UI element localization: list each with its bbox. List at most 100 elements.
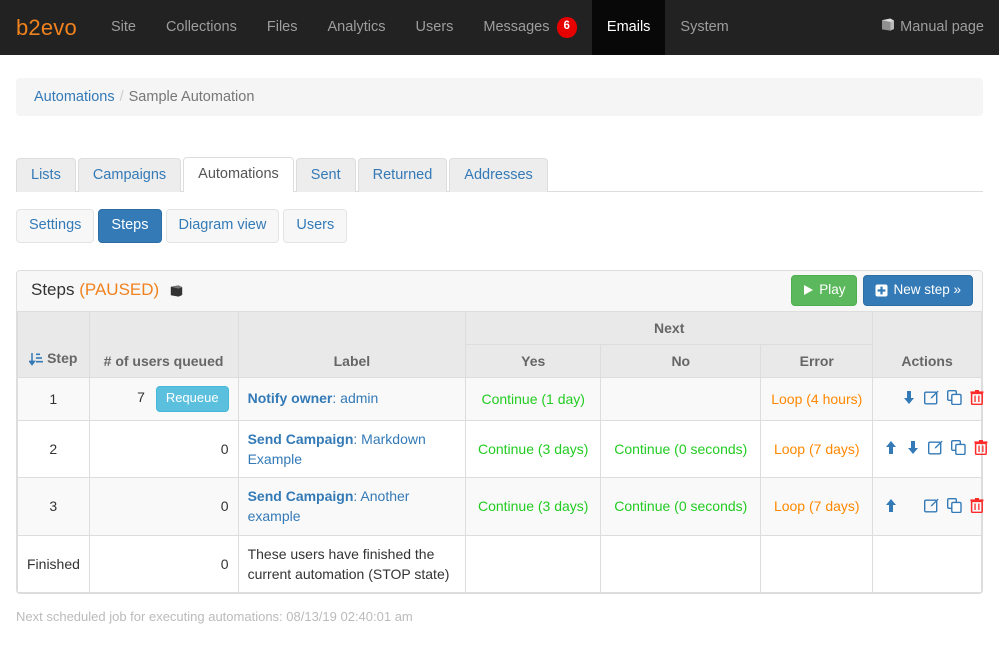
breadcrumb: Automations / Sample Automation [16, 78, 983, 116]
brand-logo[interactable]: b2evo [0, 0, 96, 55]
th-step[interactable]: Step [17, 311, 90, 378]
play-button[interactable]: Play [791, 274, 858, 307]
queued-count: 7 [137, 388, 145, 405]
edit-icon[interactable] [927, 440, 943, 458]
table-row: 1 7 Requeue Notify owner: admin Continue… [17, 377, 984, 421]
cell-next-error [760, 535, 874, 594]
cell-queued: 0 [88, 420, 239, 479]
page-title: Steps (PAUSED) [31, 280, 183, 302]
step-type-label: Send Campaign [247, 430, 354, 447]
cell-queued: 0 [88, 535, 239, 594]
table-row: Finished 0 These users have finished the… [17, 535, 982, 594]
tab-sent[interactable]: Sent [295, 158, 356, 192]
book-icon[interactable] [170, 282, 183, 302]
nav-item-label: Analytics [327, 19, 386, 35]
cell-label: These users have finished the current au… [237, 535, 467, 594]
cell-step: 2 [17, 420, 90, 479]
next-scheduled-job-note: Next scheduled job for executing automat… [16, 609, 413, 625]
cell-step: Finished [17, 535, 90, 594]
duplicate-icon[interactable] [946, 497, 962, 516]
tab-returned[interactable]: Returned [357, 158, 448, 192]
steps-table-body: 1 7 Requeue Notify owner: admin Continue… [17, 377, 988, 594]
plus-square-icon [875, 284, 888, 297]
step-label-link[interactable]: Notify owner: admin [248, 390, 379, 406]
cell-next-yes: Continue (3 days) [465, 477, 602, 536]
step-type-label: Notify owner [247, 390, 333, 407]
cell-next-no [600, 377, 762, 421]
cell-step: 1 [17, 377, 90, 421]
nav-item-label: Users [415, 19, 454, 35]
subtab-diagram-view[interactable]: Diagram view [165, 209, 280, 243]
cell-actions [872, 420, 988, 479]
nav-item-messages[interactable]: Messages 6 [468, 0, 592, 55]
cell-next-no: Continue (0 seconds) [600, 477, 762, 536]
cell-queued: 7 Requeue [88, 377, 239, 421]
edit-icon[interactable] [923, 390, 939, 408]
nav-item-site[interactable]: Site [96, 0, 151, 55]
nav-item-collections[interactable]: Collections [151, 0, 252, 55]
move-up-icon[interactable] [884, 440, 898, 458]
messages-count-badge: 6 [556, 17, 577, 38]
duplicate-icon[interactable] [946, 389, 962, 408]
tab-lists[interactable]: Lists [16, 158, 76, 192]
cell-label: Send Campaign: Markdown Example [237, 420, 467, 479]
cell-actions [872, 477, 984, 536]
nav-item-label: Messages [483, 19, 550, 35]
new-step-button-label: New step » [893, 281, 961, 297]
th-next-group: Next [465, 311, 874, 345]
cell-step: 3 [17, 477, 90, 536]
th-actions: Actions [872, 311, 982, 378]
nav-item-users[interactable]: Users [401, 0, 469, 55]
navbar-spacer [744, 0, 866, 55]
subtab-settings[interactable]: Settings [16, 209, 95, 243]
subtab-steps[interactable]: Steps [98, 209, 162, 243]
step-target-label: admin [340, 390, 379, 407]
cell-next-error: Loop (7 days) [760, 420, 874, 479]
manual-page-link[interactable]: Manual page [866, 0, 999, 55]
status-badge: (PAUSED) [79, 279, 160, 299]
page-container: Automations / Sample Automation Lists Camp… [0, 78, 999, 624]
delete-icon[interactable] [974, 439, 988, 458]
step-label-link[interactable]: Send Campaign: Another example [248, 488, 410, 524]
table-header-row-group: Step # of users queued Label Next Action… [17, 311, 982, 378]
nav-item-system[interactable]: System [665, 0, 743, 55]
move-up-icon[interactable] [884, 498, 898, 516]
cell-next-yes: Continue (1 day) [465, 377, 602, 421]
main-tabs: Lists Campaigns Automations Sent Returne… [16, 153, 983, 192]
nav-item-emails[interactable]: Emails [591, 0, 666, 55]
tab-addresses[interactable]: Addresses [449, 158, 548, 192]
step-label-link[interactable]: Send Campaign: Markdown Example [248, 431, 426, 467]
breadcrumb-link-automations[interactable]: Automations [34, 89, 115, 105]
move-down-icon[interactable] [902, 390, 916, 408]
nav-item-analytics[interactable]: Analytics [313, 0, 401, 55]
top-navbar: b2evo Site Collections Files Analytics U… [0, 0, 999, 55]
duplicate-icon[interactable] [950, 439, 966, 458]
edit-icon[interactable] [923, 498, 939, 516]
book-icon [881, 0, 895, 55]
tab-campaigns[interactable]: Campaigns [77, 158, 182, 192]
th-queued: # of users queued [88, 311, 239, 378]
sort-amount-asc-icon [28, 352, 44, 369]
cell-next-yes: Continue (3 days) [465, 420, 602, 479]
cell-next-no: Continue (0 seconds) [600, 420, 762, 479]
tab-automations[interactable]: Automations [183, 157, 294, 192]
delete-icon[interactable] [970, 497, 984, 516]
delete-icon[interactable] [970, 389, 984, 408]
cell-next-no [600, 535, 762, 594]
nav-item-label: System [680, 19, 729, 35]
step-type-label: Send Campaign [247, 488, 354, 505]
nav-item-label: Collections [165, 19, 237, 35]
manual-page-label: Manual page [900, 19, 984, 35]
requeue-button[interactable]: Requeue [155, 385, 229, 412]
nav-item-files[interactable]: Files [252, 0, 313, 55]
th-step-label: Step [47, 349, 78, 366]
cell-label: Send Campaign: Another example [237, 477, 467, 536]
th-yes[interactable]: Yes [465, 344, 602, 378]
cell-actions [872, 377, 984, 421]
steps-panel-header: Steps (PAUSED) Play New step » [17, 270, 982, 312]
play-button-label: Play [819, 281, 846, 297]
move-down-icon[interactable] [906, 440, 920, 458]
new-step-button[interactable]: New step » [863, 274, 973, 307]
subtab-users[interactable]: Users [283, 209, 348, 243]
cell-actions [872, 535, 982, 594]
